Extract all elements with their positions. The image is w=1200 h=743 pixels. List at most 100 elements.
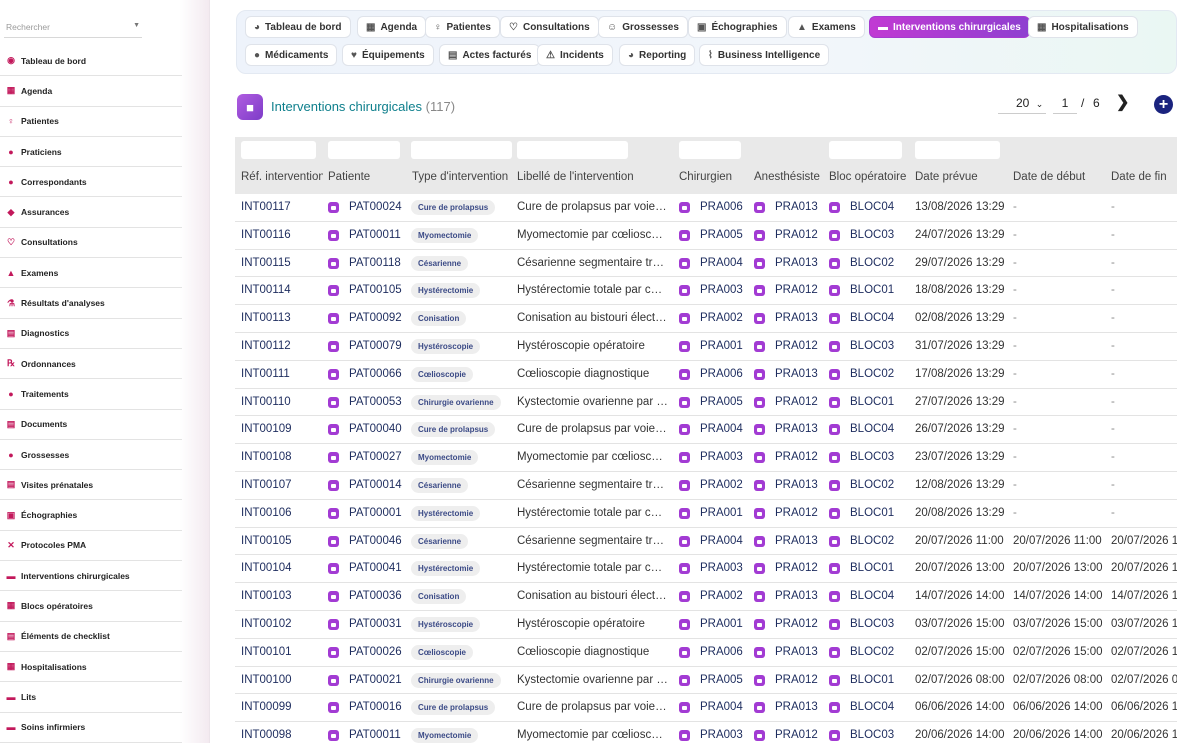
table-cell[interactable]: INT00111 bbox=[241, 368, 323, 380]
page-size-select[interactable]: 20 ⌄ bbox=[998, 94, 1046, 114]
nav-tab[interactable]: ▣ Échographies bbox=[688, 16, 787, 38]
add-button[interactable]: + bbox=[1154, 95, 1173, 114]
table-cell[interactable]: INT00108 bbox=[241, 451, 323, 463]
table-cell[interactable]: INT00109 bbox=[241, 423, 323, 435]
record-link-icon[interactable] bbox=[754, 313, 765, 325]
table-row[interactable]: INT00116 PAT00011 Myomectomie Myomectomie p… bbox=[235, 222, 1177, 250]
sidebar-item[interactable]: ♡ Consultations bbox=[0, 228, 182, 259]
record-link-icon[interactable] bbox=[754, 479, 765, 491]
record-link-icon[interactable] bbox=[754, 618, 765, 630]
table-row[interactable]: INT00110 PAT00053 Chirurgie ovarienne Kyste… bbox=[235, 389, 1177, 417]
record-link-icon[interactable] bbox=[328, 229, 339, 241]
nav-tab[interactable]: ◕ Tableau de bord bbox=[245, 16, 351, 38]
record-link-icon[interactable] bbox=[328, 424, 339, 436]
sidebar-item[interactable]: ▣ Échographies bbox=[0, 500, 182, 531]
column-filter-input[interactable] bbox=[915, 141, 1000, 159]
column-header[interactable]: Patiente bbox=[328, 171, 408, 183]
table-cell[interactable]: INT00114 bbox=[241, 284, 323, 296]
sidebar-item[interactable]: ▤ Éléments de checklist bbox=[0, 622, 182, 652]
nav-tab[interactable]: ♀ Patientes bbox=[425, 16, 500, 38]
sidebar-item[interactable]: ✕ Protocoles PMA bbox=[0, 531, 182, 562]
table-row[interactable]: INT00099 PAT00016 Cure de prolapsus Cure de… bbox=[235, 694, 1177, 723]
record-link-icon[interactable] bbox=[829, 229, 840, 241]
table-row[interactable]: INT00098 PAT00011 Myomectomie Myomectomie p… bbox=[235, 722, 1177, 743]
nav-tab[interactable]: ▦ Hospitalisations bbox=[1028, 16, 1138, 38]
table-cell[interactable]: INT00100 bbox=[241, 674, 323, 686]
record-link-icon[interactable] bbox=[679, 202, 690, 213]
sidebar-item[interactable]: ▦ Agenda bbox=[0, 76, 182, 107]
record-link-icon[interactable] bbox=[679, 479, 690, 491]
nav-tab[interactable]: ▦ Agenda bbox=[357, 16, 427, 38]
record-link-icon[interactable] bbox=[679, 229, 690, 241]
sidebar-item[interactable]: ◆ Assurances bbox=[0, 197, 182, 228]
sidebar-item[interactable]: ▦ Hospitalisations bbox=[0, 652, 182, 683]
table-cell[interactable]: INT00104 bbox=[241, 562, 323, 574]
record-link-icon[interactable] bbox=[754, 285, 765, 297]
record-link-icon[interactable] bbox=[829, 507, 840, 519]
column-header[interactable]: Chirurgien bbox=[679, 171, 749, 183]
record-link-icon[interactable] bbox=[328, 702, 339, 714]
record-link-icon[interactable] bbox=[328, 452, 339, 464]
column-filter-input[interactable] bbox=[829, 141, 902, 159]
sidebar-item[interactable]: ▤ Visites prénatales bbox=[0, 470, 182, 501]
record-link-icon[interactable] bbox=[328, 591, 339, 603]
table-cell[interactable]: INT00115 bbox=[241, 257, 323, 269]
record-link-icon[interactable] bbox=[328, 730, 339, 742]
sidebar-item[interactable]: ▤ Documents bbox=[0, 410, 182, 440]
record-link-icon[interactable] bbox=[679, 452, 690, 464]
table-row[interactable]: INT00114 PAT00105 Hystérectomie Hystérectom… bbox=[235, 277, 1177, 306]
record-link-icon[interactable] bbox=[754, 257, 765, 269]
sidebar-item[interactable]: ▦ Blocs opératoires bbox=[0, 591, 182, 622]
table-row[interactable]: INT00107 PAT00014 Césarienne Césarienne seg… bbox=[235, 472, 1177, 500]
table-cell[interactable]: INT00098 bbox=[241, 729, 323, 741]
record-link-icon[interactable] bbox=[754, 646, 765, 658]
record-link-icon[interactable] bbox=[829, 313, 840, 325]
table-row[interactable]: INT00100 PAT00021 Chirurgie ovarienne Kyste… bbox=[235, 667, 1177, 695]
record-link-icon[interactable] bbox=[679, 507, 690, 519]
sidebar-item[interactable]: ▬ Soins infirmiers bbox=[0, 713, 182, 743]
record-link-icon[interactable] bbox=[679, 368, 690, 380]
nav-tab[interactable]: ⌇ Business Intelligence bbox=[699, 44, 830, 66]
record-link-icon[interactable] bbox=[829, 202, 840, 213]
nav-tab[interactable]: ♡ Consultations bbox=[500, 16, 599, 38]
record-link-icon[interactable] bbox=[679, 702, 690, 714]
table-row[interactable]: INT00106 PAT00001 Hystérectomie Hystérectom… bbox=[235, 500, 1177, 528]
table-row[interactable]: INT00117 PAT00024 Cure de prolapsus Cure de… bbox=[235, 194, 1177, 222]
sidebar-item[interactable]: ▲ Examens bbox=[0, 258, 182, 289]
record-link-icon[interactable] bbox=[328, 507, 339, 519]
sidebar-item[interactable]: ♀ Patientes bbox=[0, 107, 182, 137]
column-header[interactable]: Libellé de l'intervention bbox=[517, 171, 669, 183]
column-header[interactable]: Réf. intervention bbox=[241, 171, 323, 183]
table-row[interactable]: INT00112 PAT00079 Hystéroscopie Hystéroscop… bbox=[235, 333, 1177, 361]
column-header[interactable]: Date de fin bbox=[1111, 171, 1177, 183]
record-link-icon[interactable] bbox=[679, 730, 690, 742]
nav-tab[interactable]: ▬ Interventions chirurgicales bbox=[869, 16, 1030, 38]
sidebar-search-input[interactable]: Rechercher ▼ bbox=[4, 18, 142, 38]
table-row[interactable]: INT00101 PAT00026 Cœlioscopie Cœlioscopie d… bbox=[235, 639, 1177, 667]
record-link-icon[interactable] bbox=[328, 535, 339, 547]
record-link-icon[interactable] bbox=[754, 229, 765, 241]
table-row[interactable]: INT00115 PAT00118 Césarienne Césarienne seg… bbox=[235, 250, 1177, 278]
record-link-icon[interactable] bbox=[679, 618, 690, 630]
table-cell[interactable]: INT00103 bbox=[241, 590, 323, 602]
record-link-icon[interactable] bbox=[754, 591, 765, 603]
record-link-icon[interactable] bbox=[754, 730, 765, 742]
record-link-icon[interactable] bbox=[829, 702, 840, 714]
record-link-icon[interactable] bbox=[328, 563, 339, 575]
record-link-icon[interactable] bbox=[328, 202, 339, 213]
nav-tab[interactable]: ⚠ Incidents bbox=[537, 44, 613, 66]
sidebar-item[interactable]: ● Traitements bbox=[0, 379, 182, 410]
record-link-icon[interactable] bbox=[754, 563, 765, 575]
sidebar-item[interactable]: ● Correspondants bbox=[0, 167, 182, 198]
table-row[interactable]: INT00109 PAT00040 Cure de prolapsus Cure de… bbox=[235, 416, 1177, 445]
record-link-icon[interactable] bbox=[754, 452, 765, 464]
nav-tab[interactable]: ▤ Actes facturés bbox=[439, 44, 541, 66]
table-row[interactable]: INT00105 PAT00046 Césarienne Césarienne seg… bbox=[235, 528, 1177, 556]
record-link-icon[interactable] bbox=[328, 646, 339, 658]
nav-tab[interactable]: ● Médicaments bbox=[245, 44, 338, 66]
record-link-icon[interactable] bbox=[829, 396, 840, 408]
record-link-icon[interactable] bbox=[679, 424, 690, 436]
record-link-icon[interactable] bbox=[328, 285, 339, 297]
column-filter-input[interactable] bbox=[241, 141, 316, 159]
table-row[interactable]: INT00108 PAT00027 Myomectomie Myomectomie p… bbox=[235, 444, 1177, 472]
